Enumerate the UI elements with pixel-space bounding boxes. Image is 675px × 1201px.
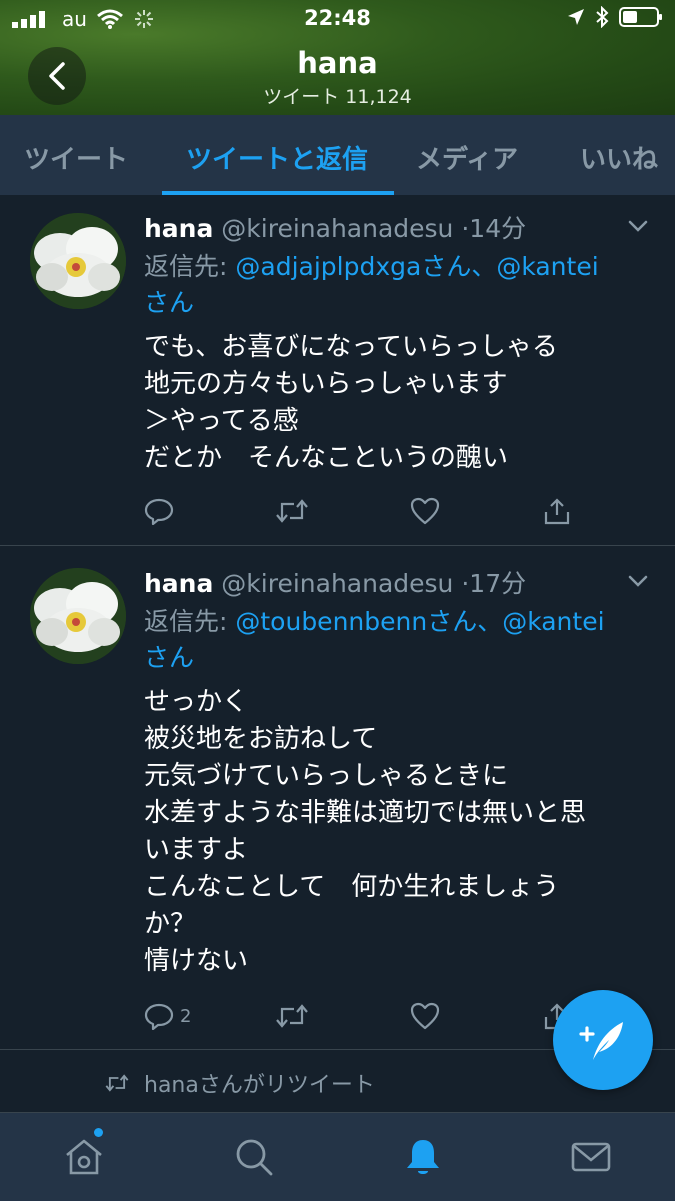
reply-count: 2 xyxy=(180,1005,192,1027)
tweet-count: ツイート 11,124 xyxy=(263,86,412,108)
tweet-time: ·14分 xyxy=(461,214,527,243)
tweet[interactable]: hana @kireinahanadesu ·14分 返信先: @adjajpl… xyxy=(0,195,675,546)
profile-name: hana xyxy=(297,46,378,80)
reply-to: 返信先: @toubennbennさん、@kantei さん xyxy=(144,604,654,676)
status-bar: au 22:48 xyxy=(0,0,675,38)
reply-to: 返信先: @adjajplpdxgaさん、@kantei さん xyxy=(144,249,654,321)
tweet-actions xyxy=(144,497,604,527)
heart-icon xyxy=(410,1002,440,1030)
flower-avatar-image xyxy=(30,213,126,309)
tweet-header: hana @kireinahanadesu ·17分 xyxy=(144,564,526,600)
retweet-icon xyxy=(276,1004,308,1028)
retweet-button[interactable] xyxy=(274,497,310,525)
tweet-header: hana @kireinahanadesu ·14分 xyxy=(144,209,526,245)
tweet-author-name[interactable]: hana xyxy=(144,569,213,598)
bluetooth-icon xyxy=(596,6,609,28)
reply-to-users[interactable]: @toubennbennさん、@kantei xyxy=(235,607,604,636)
heart-icon xyxy=(410,497,440,525)
retweet-notice: hanaさんがリツイート xyxy=(104,1067,375,1099)
share-button[interactable] xyxy=(542,497,572,525)
reply-to-prefix: 返信先: xyxy=(144,252,236,281)
location-arrow-icon xyxy=(568,9,584,25)
tweet-actions: 2 xyxy=(144,1002,604,1032)
profile-header: au 22:48 hana ツイート 11,124 xyxy=(0,0,675,115)
search-icon[interactable] xyxy=(232,1135,276,1179)
tab-media[interactable]: メディア xyxy=(416,139,518,176)
reply-icon xyxy=(144,1003,174,1030)
retweet-icon xyxy=(105,1074,129,1092)
retweet-notice-text: hanaさんがリツイート xyxy=(144,1073,375,1098)
battery-icon xyxy=(619,7,662,27)
reply-to-prefix: 返信先: xyxy=(144,607,236,636)
tweet-author-name[interactable]: hana xyxy=(144,214,213,243)
tab-tweets[interactable]: ツイート xyxy=(24,139,128,176)
profile-tabs: ツイート ツイートと返信 メディア いいね xyxy=(0,115,675,195)
tweet-text: せっかく 被災地をお訪ねして 元気づけていらっしゃるときに 水差すような非難は適… xyxy=(144,687,587,976)
chevron-down-icon[interactable] xyxy=(627,215,649,237)
tab-tweets-and-replies[interactable]: ツイートと返信 xyxy=(186,139,368,176)
messages-icon[interactable] xyxy=(569,1135,613,1179)
share-icon xyxy=(544,498,570,525)
reply-button[interactable]: 2 xyxy=(144,1002,191,1030)
reply-icon xyxy=(144,498,174,525)
like-button[interactable] xyxy=(410,497,440,525)
tweet-author-handle: @kireinahanadesu xyxy=(221,569,454,598)
tweet-author-handle: @kireinahanadesu xyxy=(221,214,454,243)
compose-tweet-button[interactable] xyxy=(553,990,653,1090)
home-icon[interactable] xyxy=(62,1135,106,1179)
home-new-indicator xyxy=(94,1128,103,1137)
reply-to-suffix[interactable]: さん xyxy=(144,643,194,672)
reply-to-users[interactable]: @adjajplpdxgaさん、@kantei xyxy=(235,252,598,281)
reply-button[interactable] xyxy=(144,497,180,525)
compose-tweet-icon xyxy=(579,1022,623,1060)
retweet-icon xyxy=(276,499,308,523)
tweet-time: ·17分 xyxy=(461,569,527,598)
like-button[interactable] xyxy=(410,1002,440,1030)
reply-to-suffix[interactable]: さん xyxy=(144,288,194,317)
retweet-button[interactable] xyxy=(274,1002,310,1030)
bottom-navigation xyxy=(0,1112,675,1201)
avatar[interactable] xyxy=(30,568,126,664)
flower-avatar-image xyxy=(30,568,126,664)
notifications-icon[interactable] xyxy=(401,1135,445,1179)
chevron-down-icon[interactable] xyxy=(627,570,649,592)
avatar[interactable] xyxy=(30,213,126,309)
tab-likes[interactable]: いいね xyxy=(580,139,658,176)
tweet[interactable]: hana @kireinahanadesu ·17分 返信先: @toubenn… xyxy=(0,546,675,1050)
tweet-text: でも、お喜びになっていらっしゃる 地元の方々もいらっしゃいます ＞やってる感 だ… xyxy=(144,332,558,473)
